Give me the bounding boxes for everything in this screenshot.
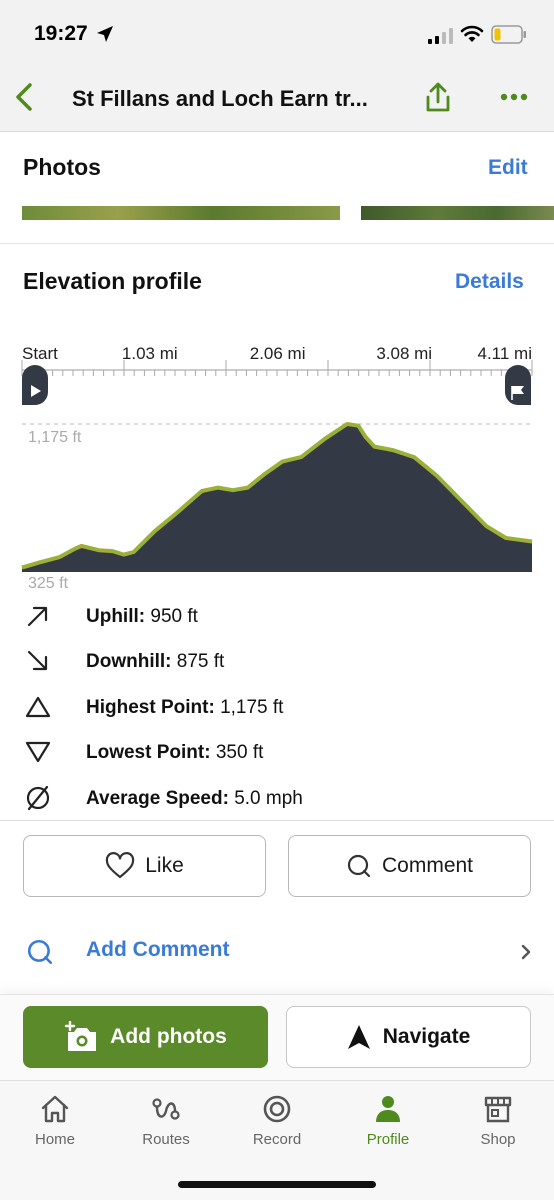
navigate-label: Navigate	[382, 1025, 471, 1048]
x-tick-label: 1.03 mi	[122, 344, 178, 363]
tab-label: Profile	[366, 1131, 410, 1148]
tab-label: Shop	[480, 1131, 516, 1148]
min-elevation-label: 325 ft	[28, 575, 69, 592]
comment-bubble-icon	[27, 939, 53, 965]
wifi-icon	[460, 25, 484, 42]
status-bar: 19:27	[0, 0, 554, 62]
navigation-bar: St Fillans and Loch Earn tr...	[0, 62, 554, 132]
like-label: Like	[145, 854, 184, 877]
add-photo-camera-icon	[64, 1021, 97, 1051]
tab-routes[interactable]: Routes	[116, 1093, 216, 1153]
page-title: St Fillans and Loch Earn tr...	[72, 86, 368, 111]
tab-shop[interactable]: Shop	[448, 1093, 548, 1153]
triangle-down-icon	[25, 741, 51, 763]
stat-label: Average Speed:	[86, 788, 229, 809]
photos-section: Photos Edit	[0, 132, 554, 244]
tab-label: Routes	[142, 1131, 190, 1148]
downhill-arrow-icon	[27, 650, 48, 671]
home-indicator	[178, 1181, 376, 1188]
max-elevation-label: 1,175 ft	[28, 429, 82, 446]
x-tick-label: 3.08 mi	[376, 344, 432, 363]
add-photos-button[interactable]: Add photos	[23, 1006, 268, 1068]
add-comment-row[interactable]: Add Comment	[0, 924, 554, 980]
x-tick-label: 2.06 mi	[250, 344, 306, 363]
more-options-icon[interactable]	[499, 88, 529, 106]
share-icon[interactable]	[422, 80, 454, 114]
navigate-arrow-icon	[347, 1025, 370, 1049]
elevation-chart[interactable]: Start 1.03 mi 2.06 mi 3.08 mi 4.11 mi 1,175 …	[0, 334, 554, 594]
start-marker-icon	[22, 365, 48, 405]
battery-icon	[491, 25, 526, 44]
average-speed-icon	[26, 785, 50, 811]
tab-home[interactable]: Home	[5, 1093, 105, 1153]
back-chevron-icon[interactable]	[10, 80, 40, 114]
stat-value: 875 ft	[176, 651, 225, 672]
stat-downhill: Downhill: 875 ft	[0, 641, 554, 681]
tab-bar: Home Routes Record Profile Shop	[0, 1080, 554, 1200]
x-axis: Start 1.03 mi 2.06 mi 3.08 mi 4.11 mi	[21, 344, 533, 376]
add-photos-label: Add photos	[110, 1025, 227, 1048]
stat-label: Uphill:	[86, 606, 146, 627]
location-arrow-icon	[97, 26, 113, 42]
photos-title: Photos	[23, 154, 101, 180]
profile-icon	[376, 1096, 400, 1122]
tab-record[interactable]: Record	[227, 1093, 327, 1153]
stat-label: Downhill:	[86, 651, 172, 672]
stat-label: Lowest Point:	[86, 742, 211, 763]
tab-label: Home	[34, 1131, 75, 1148]
chevron-right-icon	[521, 944, 531, 960]
stat-value: 1,175 ft	[220, 697, 284, 718]
elevation-title: Elevation profile	[23, 268, 202, 294]
comment-button[interactable]: Comment	[288, 835, 531, 897]
tab-profile[interactable]: Profile	[338, 1093, 438, 1153]
stat-value: 950 ft	[150, 606, 198, 627]
stat-label: Highest Point:	[86, 697, 215, 718]
edit-photos-button[interactable]: Edit	[488, 156, 528, 180]
divider	[0, 820, 554, 821]
triangle-up-icon	[25, 696, 51, 718]
finish-flag-icon	[505, 365, 531, 405]
add-comment-label: Add Comment	[86, 938, 230, 961]
record-icon	[263, 1095, 291, 1123]
comment-bubble-icon	[347, 854, 371, 878]
routes-icon	[152, 1098, 180, 1120]
comment-label: Comment	[381, 854, 474, 877]
stat-lowest-point: Lowest Point: 350 ft	[0, 732, 554, 772]
x-tick-label: 4.11 mi	[478, 344, 533, 363]
stat-value: 5.0 mph	[234, 788, 303, 809]
photo-thumbnail[interactable]	[361, 206, 554, 220]
stat-uphill: Uphill: 950 ft	[0, 596, 554, 636]
stat-value: 350 ft	[215, 742, 264, 763]
status-time: 19:27	[34, 22, 88, 45]
stat-average-speed: Average Speed: 5.0 mph	[0, 778, 554, 818]
x-tick-label: Start	[22, 344, 58, 363]
tab-label: Record	[252, 1131, 302, 1148]
home-icon	[41, 1095, 69, 1123]
navigate-button[interactable]: Navigate	[286, 1006, 531, 1068]
heart-icon	[106, 852, 135, 879]
elevation-details-button[interactable]: Details	[455, 270, 524, 294]
like-button[interactable]: Like	[23, 835, 266, 897]
shop-icon	[484, 1096, 512, 1123]
photo-thumbnail[interactable]	[22, 206, 340, 220]
cellular-signal-icon	[428, 28, 453, 44]
uphill-arrow-icon	[27, 606, 48, 627]
stat-highest-point: Highest Point: 1,175 ft	[0, 687, 554, 727]
action-bar: Add photos Navigate	[0, 994, 554, 1080]
